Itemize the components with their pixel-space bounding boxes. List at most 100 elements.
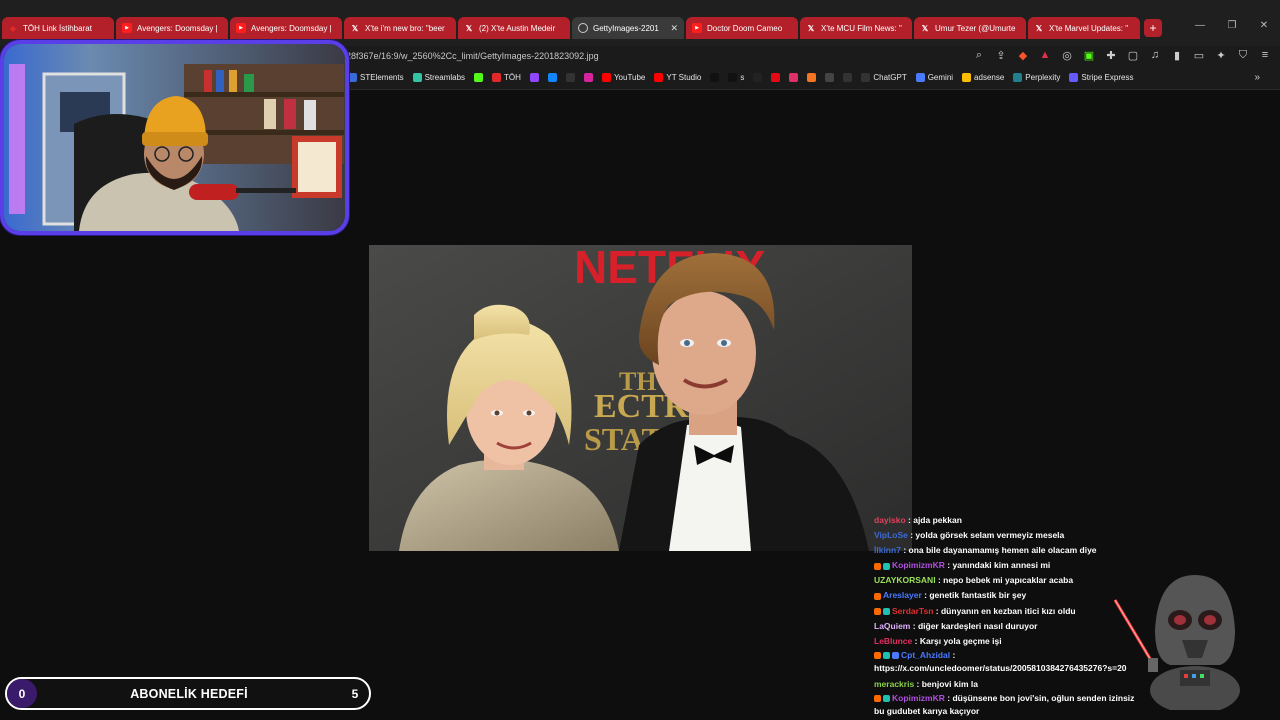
bookmark-item[interactable] [474, 73, 484, 82]
bookmark-item[interactable] [529, 73, 539, 82]
bookmark-label: Streamlabs [424, 73, 466, 82]
st-icon [348, 73, 357, 82]
chat-username: UZAYKORSANI [874, 575, 936, 586]
bookmark-item[interactable] [825, 73, 835, 82]
extension-b-icon[interactable]: ▣ [1082, 49, 1096, 62]
bookmark-item[interactable] [843, 73, 853, 82]
chat-username: İlkinn7 [874, 545, 901, 556]
browser-tab[interactable]: 𝕏 Umur Tezer (@Umurte [914, 17, 1026, 39]
chat-badge-icon [883, 652, 890, 660]
chat-message: UZAYKORSANI : nepo bebek mi yapıcaklar a… [874, 573, 1144, 588]
chat-badge-icon [874, 652, 881, 660]
browser-tab[interactable]: 𝕏 X'te Marvel Updates: " [1028, 17, 1140, 39]
chatgpt-icon [861, 73, 871, 82]
brave-shield-icon[interactable]: ◆ [1016, 49, 1030, 62]
minimize-button[interactable]: — [1184, 20, 1216, 31]
gear-pink-icon [789, 73, 799, 82]
search-icon[interactable]: ⌕ [972, 49, 986, 62]
sidebar-icon[interactable]: ▮ [1170, 49, 1184, 62]
extension-a-icon[interactable]: ◎ [1060, 49, 1074, 62]
chat-message: İlkinn7 : ona bile dayanamamış hemen ail… [874, 543, 1144, 558]
bookmark-item[interactable]: Perplexity [1013, 73, 1060, 82]
bookmark-item[interactable] [565, 73, 575, 82]
rewards-icon[interactable]: ▲ [1038, 49, 1052, 62]
chat-message: Areslayer : genetik fantastik bir şey [874, 588, 1144, 603]
chat-text: : yanındaki kim annesi mi [947, 560, 1051, 571]
chat-text: : nepo bebek mi yapıcaklar acaba [937, 575, 1074, 586]
browser-tab[interactable]: 𝕏 (2) X'te Austin Medeir [458, 17, 570, 39]
bookmark-item[interactable]: TÖH [492, 73, 521, 82]
chat-message: KopimizmKR : düşünsene bon jovi'sin, oğl… [874, 692, 1144, 718]
bookmark-item[interactable]: s [728, 73, 744, 82]
x-icon: 𝕏 [351, 23, 359, 33]
browser-tab[interactable]: 𝕏 X'te i'm new bro: "beer [344, 17, 456, 39]
tab-title: Avengers: Doomsday | [251, 23, 332, 33]
browser-tab[interactable]: 𝕏 X'te MCU Film News: " [800, 17, 912, 39]
chat-badge-icon [874, 562, 881, 570]
browser-tab[interactable]: GettyImages-2201 ✕ [572, 17, 684, 39]
bookmark-item[interactable]: Gemini [915, 73, 953, 82]
bookmark-item[interactable] [771, 73, 781, 82]
window-controls: — ❐ ✕ [1184, 20, 1280, 31]
bookmark-label: ChatGPT [873, 73, 907, 82]
tab-title: X'te MCU Film News: " [821, 23, 902, 33]
browser-tab[interactable]: ▶ Avengers: Doomsday | [116, 17, 228, 39]
leo-ai-icon[interactable]: ✦ [1214, 49, 1228, 62]
more-bookmarks-button[interactable]: » [1254, 72, 1260, 83]
chat-username: KopimizmKR [892, 560, 945, 571]
bookmark-item[interactable]: STElements [348, 73, 404, 82]
zed-icon [843, 73, 853, 82]
tab-title: Avengers: Doomsday | [137, 23, 218, 33]
chat-badge-icon [892, 652, 899, 660]
menu-icon[interactable]: ≡ [1258, 49, 1272, 62]
bookmark-item[interactable] [807, 73, 817, 82]
chat-message: SerdarTsn : dünyanın en kezban itici kız… [874, 604, 1144, 619]
chat-badge-icon [883, 607, 890, 615]
bookmark-item[interactable]: ChatGPT [861, 73, 907, 82]
streamlabs-icon [412, 73, 422, 82]
close-tab-icon[interactable]: ✕ [670, 23, 678, 34]
browser-tab[interactable]: ▶ Avengers: Doomsday | [230, 17, 342, 39]
crunchyroll-icon [807, 73, 817, 82]
wallet-icon[interactable]: ▭ [1192, 49, 1206, 62]
toh-icon: ◆ [9, 23, 17, 33]
bookmark-label: STElements [360, 73, 404, 82]
bookmark-item[interactable] [753, 73, 763, 82]
bookmark-label: YouTube [613, 73, 646, 82]
bookmark-item[interactable] [789, 73, 799, 82]
chat-badge-icon [874, 592, 881, 600]
browser-tab[interactable]: ◆ TÖH Link İstihbarat [2, 17, 114, 39]
toh-icon [492, 73, 502, 82]
vpn-icon[interactable]: ⛉ [1236, 49, 1250, 62]
twitch-icon [529, 73, 539, 82]
media-icon[interactable]: ♫ [1148, 49, 1162, 62]
bookmark-item[interactable]: Stripe Express [1069, 73, 1133, 82]
screenshot-icon[interactable]: ▢ [1126, 49, 1140, 62]
gemini-icon [915, 73, 925, 82]
bookmark-item[interactable] [710, 73, 720, 82]
bookmark-item[interactable]: adsense [962, 73, 1004, 82]
browser-tab[interactable]: ▶ Doctor Doom Cameo [686, 17, 798, 39]
bookmark-item[interactable]: YouTube [601, 73, 646, 82]
close-button[interactable]: ✕ [1248, 20, 1280, 31]
restore-button[interactable]: ❐ [1216, 20, 1248, 31]
url-field[interactable]: 28f367e/16:9/w_2560%2Cc_limit/GettyImage… [346, 51, 599, 61]
perplexity-icon [1013, 73, 1023, 82]
tab-title: TÖH Link İstihbarat [23, 23, 92, 33]
bookmark-item[interactable]: Streamlabs [412, 73, 466, 82]
chat-badge-icon [874, 695, 881, 703]
new-tab-button[interactable]: + [1144, 19, 1162, 37]
bookmark-label: adsense [974, 73, 1005, 82]
share-icon[interactable]: ⇪ [994, 49, 1008, 62]
chat-username: dayisko [874, 515, 906, 525]
bookmark-item[interactable] [583, 73, 593, 82]
extensions-icon[interactable]: ✚ [1104, 49, 1118, 62]
goal-label: ABONELİK HEDEFİ [130, 686, 248, 701]
bookmark-item[interactable] [547, 73, 557, 82]
tiktok-icon [728, 73, 738, 82]
globe-icon [578, 23, 588, 33]
x-icon: 𝕏 [921, 23, 929, 33]
bookmark-item[interactable]: YT Studio [654, 73, 701, 82]
webcam-overlay [0, 40, 349, 235]
chat-username: KopimizmKR [892, 692, 945, 703]
